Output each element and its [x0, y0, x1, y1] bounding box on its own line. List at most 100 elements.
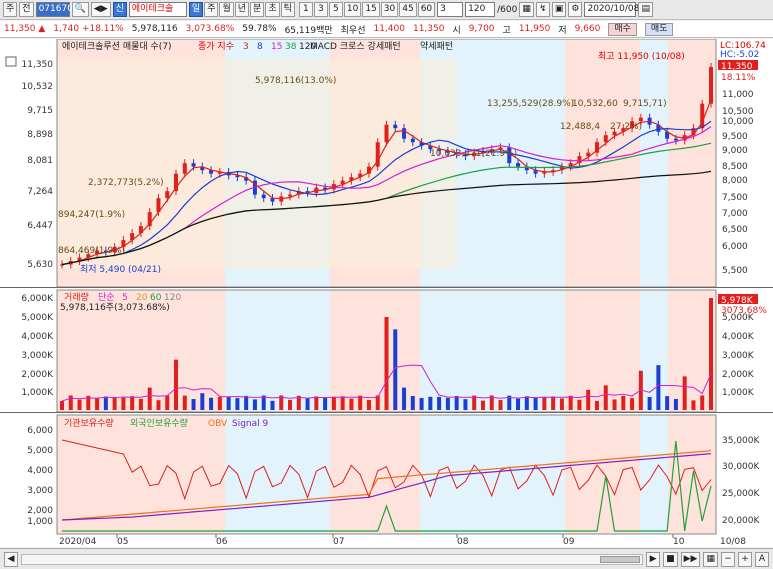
minute-button-4[interactable]: 15 — [362, 2, 380, 17]
ma-period-1: 8 — [257, 42, 263, 52]
volume-bar-41 — [419, 397, 424, 410]
period-tab-4[interactable]: 분 — [250, 2, 265, 17]
volume-bar-1 — [68, 395, 73, 410]
volume-sub: 5,978,116주(3,073.68%) — [60, 302, 170, 313]
candle-body-38 — [393, 124, 398, 129]
volume-period-2: 60 — [150, 293, 162, 303]
stock-name-field[interactable]: 에이테크솔 — [128, 2, 187, 17]
volume-bar-30 — [323, 397, 328, 410]
search-icon[interactable]: 🔍 — [71, 2, 89, 17]
minute-button-1[interactable]: 3 — [313, 2, 328, 17]
volume-title2: 단순 — [98, 292, 115, 303]
calendar-icon[interactable]: ▤ — [638, 2, 653, 17]
volume-bar-52 — [516, 398, 521, 410]
volume-bar-20 — [235, 398, 240, 410]
play-button[interactable]: ▶ — [646, 551, 661, 567]
date-input[interactable]: 2020/10/08 — [584, 2, 639, 17]
volume-bar-50 — [498, 400, 503, 410]
price-rytick-4: 9,000 — [722, 146, 748, 156]
volume-bar-55 — [542, 397, 547, 410]
volume-bar-9 — [138, 398, 143, 410]
flow-rytick-2: 25,000K — [722, 489, 760, 499]
xaxis-label-1: 05 — [117, 537, 128, 547]
profile-label-4: 13,255,529(28.9%) — [487, 99, 574, 109]
volume-bar-54 — [533, 397, 538, 410]
profile-label-1: 2,372,773(5.2%) — [88, 178, 164, 188]
menu-button[interactable]: 주 — [3, 2, 18, 17]
candle-body-70 — [673, 138, 678, 141]
volume-bar-46 — [463, 399, 468, 410]
price-ytick-6: 6,447 — [27, 221, 53, 231]
candle-body-63 — [612, 131, 617, 136]
minute-buttons: 1 3 5 10 15 30 45 60 — [298, 2, 436, 17]
period-tab-1[interactable]: 주 — [204, 2, 219, 17]
xaxis-label-3: 07 — [333, 537, 344, 547]
price-rytick-9: 6,500 — [722, 225, 748, 235]
weak-label: 약세패턴 — [420, 40, 453, 52]
volume-rytick-1: 4,000K — [722, 332, 755, 342]
volume-ytick-1: 5,000K — [21, 313, 54, 323]
price-rytick-6: 8,000 — [722, 176, 748, 186]
minute-button-2[interactable]: 5 — [328, 2, 343, 17]
price-rytick-2: 10,000 — [722, 117, 754, 127]
save-icon[interactable]: ▣ — [551, 2, 567, 17]
zoom-in-button[interactable]: + — [738, 551, 752, 567]
sell-button[interactable]: 매도 — [644, 22, 674, 36]
volume-period-0: 5 — [122, 293, 128, 303]
buy-button[interactable]: 매수 — [608, 22, 637, 36]
xaxis-label-0: 2020/04 — [59, 537, 97, 547]
gear-icon[interactable]: ⚙ — [568, 2, 583, 17]
minute-button-0[interactable]: 1 — [298, 2, 313, 17]
band-0-6 — [668, 39, 716, 287]
pause-button[interactable]: ■ — [663, 551, 678, 567]
minute-button-5[interactable]: 30 — [380, 2, 399, 17]
scroll-thumb[interactable] — [600, 555, 641, 563]
band-1-2 — [330, 290, 420, 412]
stock-chart[interactable]: 11,350 10,532 9,715 8,898 8,081 7,264 6,447 5,6… — [0, 38, 773, 547]
scroll-left-button[interactable]: ◀ — [4, 551, 18, 567]
prev-button[interactable]: 전 — [19, 2, 34, 17]
volume-rytick-2: 3,000K — [722, 351, 755, 361]
candle-body-15 — [191, 163, 196, 167]
high-price: 11,950 — [518, 24, 551, 34]
open-price: 9,700 — [468, 24, 495, 34]
minute-button-3[interactable]: 10 — [343, 2, 362, 17]
volume-bar-14 — [182, 395, 187, 410]
price-ytick-4: 8,081 — [27, 156, 53, 166]
minute-select[interactable]: 3 — [437, 2, 464, 17]
flow-l3: OBV — [208, 419, 228, 429]
volume-bar-32 — [340, 396, 345, 410]
period-tab-3[interactable]: 년 — [234, 2, 250, 17]
minute-button-6[interactable]: 45 — [399, 2, 417, 17]
volume-bar-2 — [77, 399, 82, 410]
hc-label: HC:-5.02 — [720, 50, 759, 60]
volume-bar-57 — [559, 398, 564, 410]
chart-area[interactable]: 11,350 10,532 9,715 8,898 8,081 7,264 6,447 5,6… — [0, 38, 773, 547]
zoom-out-button[interactable]: − — [721, 551, 735, 567]
horizontal-scrollbar[interactable] — [21, 553, 644, 565]
credit-button[interactable]: 신 — [112, 2, 127, 17]
volume-bar-18 — [217, 396, 222, 410]
stock-code-input[interactable]: 071670 — [35, 2, 73, 17]
price-rytick-8: 7,000 — [722, 209, 748, 219]
candle-body-14 — [182, 163, 187, 174]
tool-icon[interactable]: ↯ — [535, 2, 550, 17]
volume-bar-65 — [630, 398, 635, 410]
quote-bar: 11,350 ▲ 1,740 +18.11% 5,978,116 3,073.6… — [0, 21, 773, 38]
band-2-5 — [640, 415, 668, 534]
step-button[interactable]: ▶▶ — [680, 551, 701, 567]
font-button[interactable]: A — [755, 551, 769, 567]
volume-bar-29 — [314, 396, 319, 410]
grid-icon[interactable]: ▦ — [519, 2, 534, 17]
count-input[interactable]: 120 — [465, 2, 496, 17]
table-icon[interactable]: ▦ — [703, 551, 718, 567]
period-tab-5[interactable]: 초 — [265, 2, 280, 17]
volume-bar-69 — [665, 396, 670, 410]
candle-body-37 — [384, 124, 389, 143]
period-tab-0[interactable]: 일 — [188, 2, 204, 17]
band-1-5 — [640, 290, 668, 412]
period-tab-6[interactable]: 틱 — [280, 2, 295, 17]
nav-arrows-icon[interactable]: ◀▶ — [90, 2, 111, 17]
minute-button-7[interactable]: 60 — [417, 2, 436, 17]
period-tab-2[interactable]: 월 — [219, 2, 234, 17]
